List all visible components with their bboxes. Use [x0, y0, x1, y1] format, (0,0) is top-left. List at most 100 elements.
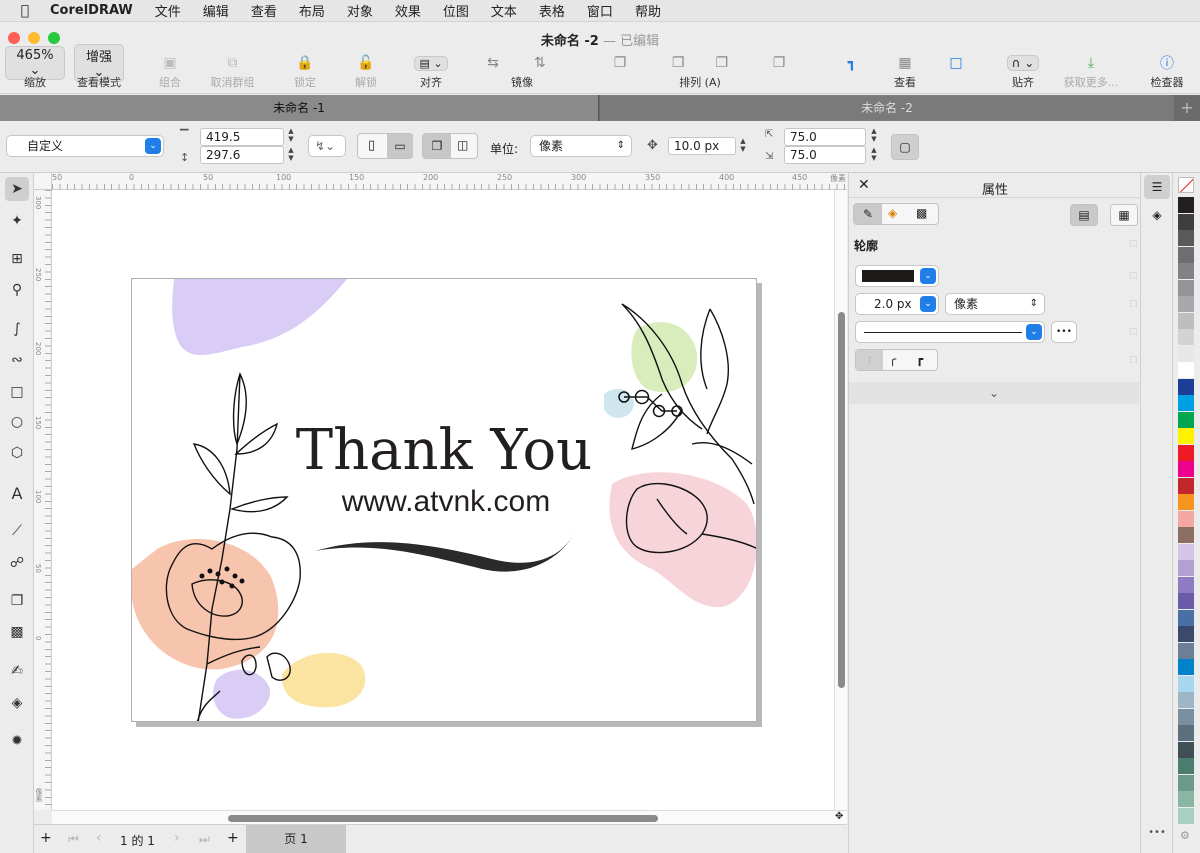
menu-text[interactable]: 文本	[491, 1, 517, 20]
smart-fill-icon[interactable]: ✹	[5, 729, 29, 753]
prev-page-icon[interactable]: ‹	[96, 830, 102, 846]
view-mode-control[interactable]: 增强 ⌄ 查看模式	[74, 44, 124, 92]
palette-swatch[interactable]	[1178, 560, 1194, 576]
miter-corner-icon[interactable]: ┌	[856, 350, 883, 370]
doc-tab-1[interactable]: 未命名 -1	[0, 95, 599, 121]
palette-swatch[interactable]	[1178, 246, 1194, 263]
palette-swatch[interactable]	[1178, 593, 1194, 609]
doc-tab-2[interactable]: 未命名 -2	[600, 95, 1174, 121]
palette-swatch[interactable]	[1178, 527, 1194, 543]
horizontal-scrollbar[interactable]: ✥	[52, 810, 847, 824]
palette-swatch[interactable]	[1178, 329, 1194, 345]
crop-tool-icon[interactable]: ⊞	[5, 247, 29, 271]
page-height-field[interactable]: 297.6	[200, 146, 284, 164]
palette-swatch[interactable]	[1178, 791, 1194, 807]
page-border-toggle[interactable]: □	[942, 52, 970, 92]
eyedropper-icon[interactable]: ✍	[5, 659, 29, 683]
palette-swatch[interactable]	[1178, 345, 1194, 362]
text-tool-icon[interactable]: A	[5, 481, 29, 505]
align-button[interactable]: ▤ ⌄ 对齐	[410, 52, 452, 92]
mirror-h-button[interactable]: ⇆	[478, 52, 508, 92]
transparency-tab-icon[interactable]: ▩	[916, 206, 927, 220]
rulers-toggle[interactable]: ┓	[838, 52, 866, 92]
palette-swatch[interactable]	[1178, 263, 1194, 279]
group-button[interactable]: ▣ 组合	[150, 52, 190, 92]
add-page-after-button[interactable]: +	[227, 830, 239, 846]
bevel-corner-icon[interactable]: ┏	[916, 352, 923, 366]
apple-logo-icon[interactable]: 	[0, 3, 50, 19]
palette-swatch[interactable]	[1178, 395, 1194, 411]
palette-swatch[interactable]	[1178, 774, 1194, 791]
palette-swatch[interactable]	[1178, 444, 1194, 461]
polygon-tool-icon[interactable]: ⬡	[5, 441, 29, 465]
palette-swatch[interactable]	[1178, 675, 1194, 692]
ellipse-tool-icon[interactable]: ○	[5, 410, 29, 434]
nudge-stepper[interactable]: ▲ ▼	[738, 137, 748, 153]
menu-layout[interactable]: 布局	[299, 1, 325, 20]
no-color-swatch[interactable]	[1178, 177, 1194, 193]
page-card[interactable]: Thank You www.atvnk.com	[131, 278, 757, 722]
expand-section-button[interactable]: ⌄	[849, 382, 1139, 404]
height-stepper[interactable]: ▲ ▼	[286, 146, 296, 162]
dimension-tool-icon[interactable]: ⟋	[5, 519, 29, 543]
inspector-button[interactable]: ⓘ 检查器	[1146, 52, 1188, 92]
artistic-media-icon[interactable]: ∾	[5, 348, 29, 372]
duplicate-x-field[interactable]: 75.0	[784, 128, 866, 146]
palette-swatch[interactable]	[1178, 609, 1194, 626]
more-dockers-icon[interactable]: •••	[1144, 827, 1170, 838]
connector-tool-icon[interactable]: ☍	[5, 551, 29, 575]
width-stepper[interactable]: ▲ ▼	[286, 127, 296, 143]
palette-swatch[interactable]	[1178, 725, 1194, 741]
navigator-icon[interactable]: ✥	[835, 811, 843, 822]
pick-tool-icon[interactable]: ➤	[5, 177, 29, 201]
palette-swatch[interactable]	[1178, 197, 1194, 213]
paper-type-dropdown[interactable]: ↯⌄	[308, 135, 346, 157]
ruler-origin[interactable]	[34, 173, 52, 190]
units-dropdown[interactable]: 像素 ⇕	[530, 135, 632, 157]
palette-swatch[interactable]	[1178, 296, 1194, 312]
lock-button[interactable]: 🔒 锁定	[285, 52, 325, 92]
dup-y-stepper[interactable]: ▲ ▼	[869, 146, 879, 162]
transparency-tool-icon[interactable]: ▩	[5, 620, 29, 644]
vertical-ruler[interactable]: 300 250 200 150 100 50 0 像素	[34, 190, 52, 810]
palette-swatch[interactable]	[1178, 741, 1194, 758]
outline-tab-icon[interactable]: ✎	[854, 204, 882, 224]
current-page-button[interactable]: ◫	[457, 138, 468, 152]
palette-swatch[interactable]	[1178, 428, 1194, 444]
palette-swatch[interactable]	[1178, 758, 1194, 774]
palette-swatch[interactable]	[1178, 494, 1194, 510]
menu-object[interactable]: 对象	[347, 1, 373, 20]
palette-swatch[interactable]	[1178, 510, 1194, 527]
palette-options-icon[interactable]: ⚙	[1180, 829, 1190, 842]
palette-swatch[interactable]	[1178, 692, 1194, 708]
outline-units-dropdown[interactable]: 像素 ⇕	[945, 293, 1045, 315]
new-tab-button[interactable]: +	[1174, 95, 1200, 121]
frame-view-button[interactable]: ▤	[1070, 204, 1098, 226]
palette-swatch[interactable]	[1178, 642, 1194, 659]
ungroup-button[interactable]: ⧉ 取消群组	[205, 52, 260, 92]
palette-swatch[interactable]	[1178, 312, 1194, 329]
palette-swatch[interactable]	[1178, 543, 1194, 560]
menu-help[interactable]: 帮助	[635, 1, 661, 20]
menu-table[interactable]: 表格	[539, 1, 565, 20]
palette-swatch[interactable]	[1178, 807, 1194, 824]
treat-as-filled-button[interactable]: ▢	[891, 134, 919, 160]
palette-swatch[interactable]	[1178, 576, 1194, 593]
landscape-button[interactable]: ▭	[387, 134, 413, 158]
outline-color-picker[interactable]: ⌄	[855, 265, 939, 287]
properties-docker-icon[interactable]: ☰	[1144, 175, 1170, 199]
last-page-icon[interactable]: ⏭	[199, 832, 210, 847]
add-page-before-button[interactable]: +	[40, 830, 52, 846]
next-page-icon[interactable]: ›	[174, 830, 180, 846]
portrait-button[interactable]: ▯	[368, 138, 375, 153]
snap-button[interactable]: ∩ ⌄ 贴齐	[1002, 52, 1044, 92]
panel-options-button[interactable]: ▦	[1110, 204, 1138, 226]
shape-tool-icon[interactable]: ✦	[5, 209, 29, 233]
duplicate-y-field[interactable]: 75.0	[784, 146, 866, 164]
page-tab-1[interactable]: 页 1	[246, 825, 346, 853]
palette-swatch[interactable]	[1178, 230, 1194, 246]
palette-swatch[interactable]	[1178, 659, 1194, 675]
palette-swatch[interactable]	[1178, 213, 1194, 230]
menu-window[interactable]: 窗口	[587, 1, 613, 20]
unlock-button[interactable]: 🔓 解锁	[346, 52, 386, 92]
